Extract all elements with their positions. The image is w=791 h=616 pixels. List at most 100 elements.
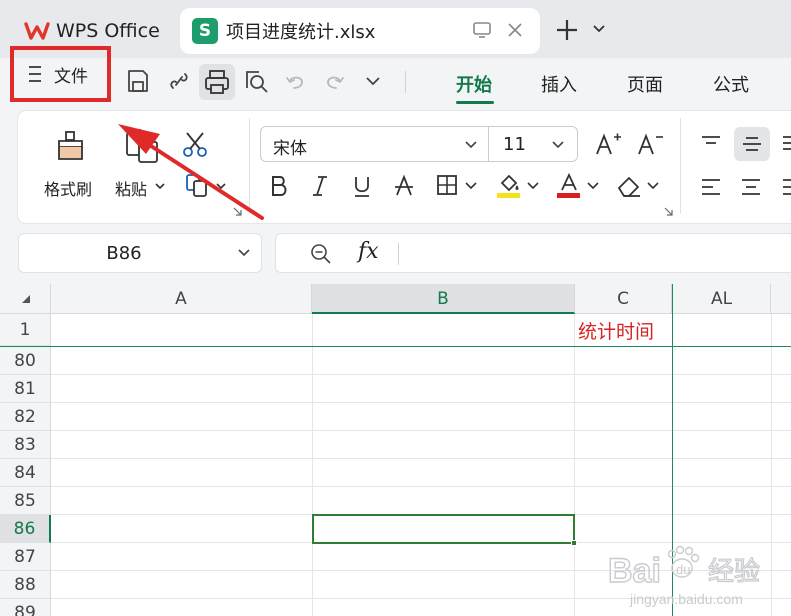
row-header-83[interactable]: 83 <box>0 431 51 459</box>
file-menu-label: 文件 <box>54 66 88 87</box>
column-header-next[interactable] <box>771 284 791 314</box>
copy-icon[interactable] <box>185 173 211 199</box>
gridline <box>51 374 791 375</box>
gridline <box>51 430 791 431</box>
row-header-84[interactable]: 84 <box>0 459 51 487</box>
tab-formula[interactable]: 公式 <box>713 71 749 97</box>
paste-label[interactable]: 粘贴 <box>115 176 147 200</box>
row-header-89[interactable]: 89 <box>0 599 51 616</box>
bold-icon[interactable] <box>268 174 290 198</box>
copy-dropdown-chevron-icon[interactable] <box>216 183 226 191</box>
align-right-icon[interactable] <box>783 178 791 196</box>
name-box-value[interactable]: B86 <box>19 243 229 264</box>
decrease-font-size-icon[interactable] <box>636 131 664 157</box>
eraser-chevron-icon[interactable] <box>647 182 659 190</box>
baidu-jingyan-logo: Bai du 经验 jingyan.baidu.com <box>607 545 761 607</box>
paste-icon[interactable] <box>124 128 160 164</box>
paste-dropdown-chevron-icon[interactable] <box>155 183 165 191</box>
link-icon[interactable] <box>167 68 191 94</box>
new-tab-plus-icon[interactable] <box>555 18 579 42</box>
insert-function-icon[interactable]: fx <box>358 239 379 264</box>
wps-logo-icon <box>24 22 50 40</box>
undo-icon[interactable] <box>284 68 308 94</box>
hamburger-menu-icon <box>29 66 41 82</box>
name-box[interactable]: B86 <box>18 233 262 273</box>
formula-bar[interactable]: fx <box>275 233 791 273</box>
column-header-a[interactable]: A <box>51 284 312 314</box>
tab-insert[interactable]: 插入 <box>541 71 577 97</box>
borders-dropdown-chevron-icon[interactable] <box>465 182 477 190</box>
font-color-chevron-icon[interactable] <box>587 182 599 190</box>
print-preview-icon[interactable] <box>243 68 269 94</box>
format-painter-icon[interactable] <box>54 129 88 163</box>
increase-font-size-icon[interactable] <box>594 131 622 157</box>
gridline <box>51 486 791 487</box>
save-icon[interactable] <box>126 68 150 94</box>
cell-c1[interactable]: 统计时间 <box>578 317 654 344</box>
row-header-87[interactable]: 87 <box>0 543 51 571</box>
more-chevron-icon[interactable] <box>364 76 382 88</box>
fill-color-icon[interactable] <box>496 172 522 200</box>
font-size-value[interactable]: 11 <box>503 134 526 155</box>
close-tab-icon[interactable] <box>506 21 524 39</box>
select-all-corner[interactable] <box>0 284 51 314</box>
gridline <box>51 402 791 403</box>
ribbon-separator-2 <box>680 118 681 214</box>
formula-divider <box>398 243 399 265</box>
fill-color-chevron-icon[interactable] <box>527 182 539 190</box>
row-header-1[interactable]: 1 <box>0 314 51 346</box>
italic-icon[interactable] <box>309 174 331 198</box>
row-header-82[interactable]: 82 <box>0 403 51 431</box>
font-selector[interactable]: 宋体 11 <box>260 126 578 162</box>
clipboard-launcher-icon[interactable] <box>233 207 242 216</box>
spreadsheet-app: { "tabs": { "home_title": "WPS Office", … <box>0 0 791 616</box>
underline-icon[interactable] <box>351 174 373 198</box>
watermark-brand-suffix: du <box>676 562 690 577</box>
file-menu-button[interactable]: 文件 <box>10 46 111 102</box>
row-header-85[interactable]: 85 <box>0 487 51 515</box>
align-left-icon[interactable] <box>700 178 722 196</box>
selected-cell-b86[interactable] <box>312 514 575 544</box>
tab-document-label: 项目进度统计.xlsx <box>226 22 376 43</box>
row-header-81[interactable]: 81 <box>0 375 51 403</box>
column-header-b[interactable]: B <box>312 284 575 314</box>
tab-document[interactable]: S 项目进度统计.xlsx <box>180 8 540 54</box>
monitor-icon[interactable] <box>472 21 492 39</box>
name-box-chevron-icon[interactable] <box>237 248 251 258</box>
tab-wps-label: WPS Office <box>56 20 160 42</box>
row-header-88[interactable]: 88 <box>0 571 51 599</box>
eraser-icon[interactable] <box>616 174 644 198</box>
print-button[interactable] <box>199 64 235 100</box>
format-painter-label[interactable]: 格式刷 <box>44 176 92 200</box>
font-name-value[interactable]: 宋体 <box>273 134 307 159</box>
borders-icon[interactable] <box>436 174 458 196</box>
scissors-icon[interactable] <box>181 131 209 159</box>
align-center-icon[interactable] <box>740 178 762 196</box>
font-size-chevron-icon[interactable] <box>551 140 565 150</box>
row-header-86[interactable]: 86 <box>0 515 51 543</box>
watermark-url: jingyan.baidu.com <box>629 591 743 607</box>
print-icon <box>205 70 229 94</box>
select-all-triangle-icon <box>22 295 30 303</box>
gridline <box>574 314 575 616</box>
column-header-c[interactable]: C <box>575 284 672 314</box>
active-tab-underline <box>456 101 494 104</box>
redo-icon[interactable] <box>322 68 346 94</box>
font-launcher-icon[interactable] <box>664 207 673 216</box>
align-middle-icon <box>743 137 761 151</box>
font-color-icon[interactable] <box>556 172 582 200</box>
watermark-site-cn: 经验 <box>708 557 760 587</box>
align-middle-button[interactable] <box>734 127 770 161</box>
align-bottom-icon[interactable] <box>783 135 791 151</box>
tab-home[interactable]: 开始 <box>456 71 492 97</box>
menu-bar <box>0 58 791 110</box>
strikethrough-icon[interactable] <box>393 174 415 198</box>
tab-page[interactable]: 页面 <box>627 71 663 97</box>
zoom-search-icon[interactable] <box>310 243 332 265</box>
chevron-down-icon[interactable] <box>592 24 606 34</box>
fill-handle[interactable] <box>571 540 577 546</box>
align-top-icon[interactable] <box>700 135 722 151</box>
column-header-al[interactable]: AL <box>673 284 771 314</box>
row-header-80[interactable]: 80 <box>0 347 51 375</box>
font-name-chevron-icon[interactable] <box>464 140 478 150</box>
